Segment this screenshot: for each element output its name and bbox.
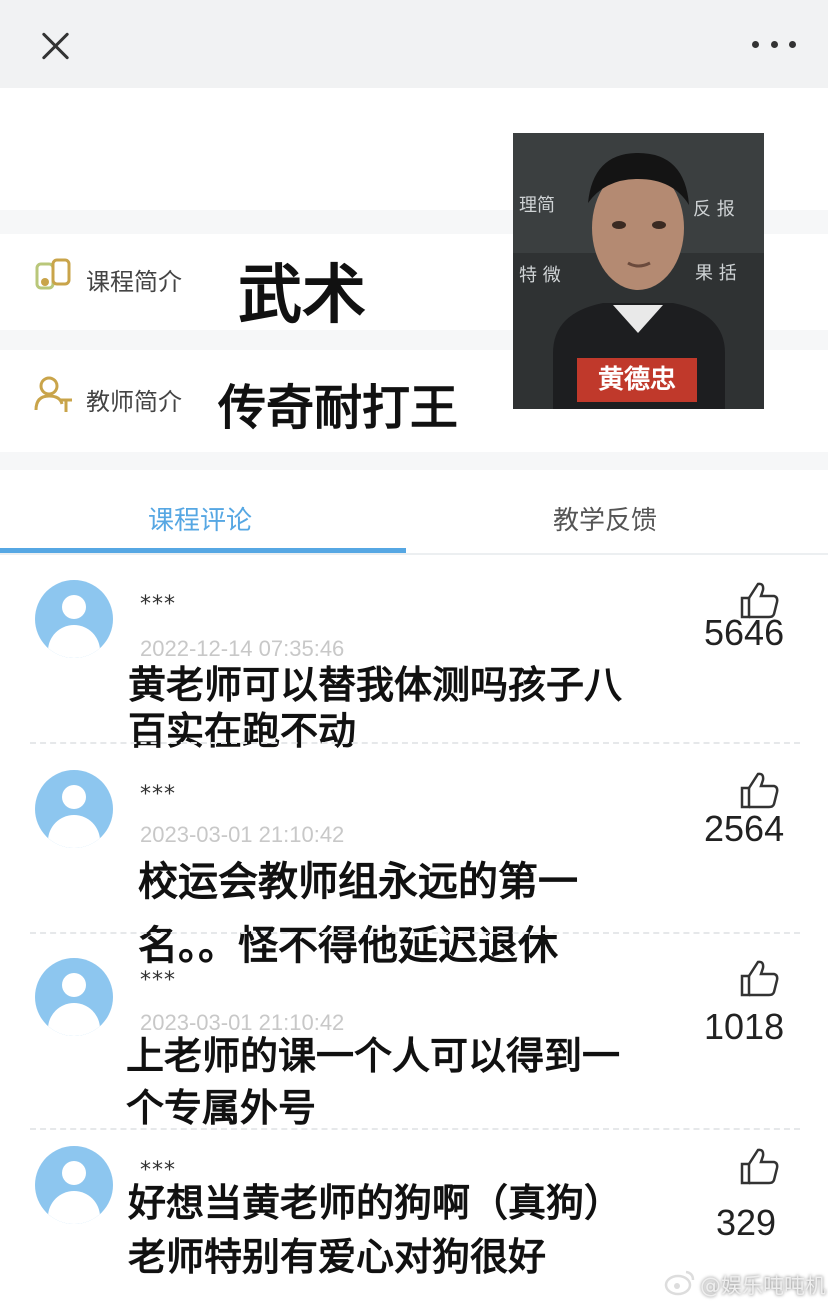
top-bar bbox=[0, 0, 828, 88]
comment-divider bbox=[30, 1128, 800, 1130]
thumbs-up-icon[interactable] bbox=[738, 958, 780, 998]
comment-item: *** 2023-03-01 21:10:42 1018 上老师的课一个人可以得… bbox=[0, 958, 828, 1130]
comment-line: 个专属外号 bbox=[126, 1086, 317, 1130]
thumbs-up-icon[interactable] bbox=[738, 770, 780, 810]
comment-text: 好想当黄老师的狗啊（真狗） 老师特别有爱心对狗很好 bbox=[128, 1176, 622, 1284]
teacher-intro-label: 教师简介 bbox=[86, 388, 182, 416]
comment-user: *** bbox=[140, 782, 176, 807]
teacher-photo: 理简 反 报 特 微 果 括 黄德忠 bbox=[513, 133, 764, 409]
like-count: 2564 bbox=[704, 808, 785, 849]
board-text: 反 报 bbox=[693, 199, 735, 220]
comment-date: 2022-12-14 07:35:46 bbox=[140, 636, 345, 661]
comment-line: 百实在跑不动 bbox=[128, 709, 357, 753]
tab-course-comments[interactable]: 课程评论 bbox=[148, 500, 252, 537]
board-text: 理简 bbox=[519, 195, 555, 216]
comment-line: 老师特别有爱心对狗很好 bbox=[128, 1235, 547, 1279]
watermark: @娱乐吨吨机 bbox=[700, 1274, 826, 1298]
weibo-icon bbox=[664, 1270, 695, 1296]
comment-date: 2023-03-01 21:10:42 bbox=[140, 822, 345, 847]
teacher-intro-value: 传奇耐打王 bbox=[218, 380, 459, 436]
tab-bar: 课程评论 教学反馈 bbox=[0, 470, 828, 556]
tab-divider bbox=[0, 553, 828, 555]
section-band bbox=[0, 452, 828, 470]
like-count: 329 bbox=[716, 1202, 777, 1243]
board-text: 特 微 bbox=[519, 265, 561, 286]
comment-divider bbox=[30, 932, 800, 934]
avatar[interactable] bbox=[35, 1146, 113, 1224]
thumbs-up-icon[interactable] bbox=[738, 1146, 780, 1186]
like-count: 1018 bbox=[704, 1006, 785, 1047]
tab-teaching-feedback[interactable]: 教学反馈 bbox=[553, 500, 657, 537]
board-text: 果 括 bbox=[695, 263, 737, 284]
comment-text: 上老师的课一个人可以得到一 个专属外号 bbox=[126, 1030, 620, 1134]
avatar[interactable] bbox=[35, 580, 113, 658]
comment-line: 好想当黄老师的狗啊（真狗） bbox=[128, 1181, 623, 1225]
photo-caption: 黄德忠 bbox=[577, 358, 697, 402]
comment-divider bbox=[30, 742, 800, 744]
course-intro-value: 武术 bbox=[238, 259, 366, 333]
avatar[interactable] bbox=[35, 958, 113, 1036]
comment-user: *** bbox=[140, 968, 176, 993]
person-icon bbox=[34, 376, 72, 412]
comment-line: 校运会教师组永远的第一 bbox=[138, 859, 578, 905]
comment-user: *** bbox=[140, 592, 176, 617]
more-icon[interactable] bbox=[752, 36, 796, 52]
close-icon[interactable] bbox=[36, 26, 76, 66]
comment-line: 黄老师可以替我体测吗孩子八 bbox=[128, 663, 623, 707]
comment-text: 黄老师可以替我体测吗孩子八 百实在跑不动 bbox=[128, 662, 622, 754]
comment-item: *** 2022-12-14 07:35:46 5646 黄老师可以替我体测吗孩… bbox=[0, 580, 828, 753]
comment-line: 上老师的课一个人可以得到一 bbox=[126, 1034, 621, 1078]
comment-item: *** 2023-03-01 21:10:42 2564 校运会教师组永远的第一… bbox=[0, 770, 828, 969]
avatar[interactable] bbox=[35, 770, 113, 848]
course-intro-label: 课程简介 bbox=[86, 268, 182, 296]
active-tab-indicator bbox=[0, 548, 406, 553]
book-icon bbox=[35, 258, 71, 290]
like-count: 5646 bbox=[704, 612, 785, 653]
